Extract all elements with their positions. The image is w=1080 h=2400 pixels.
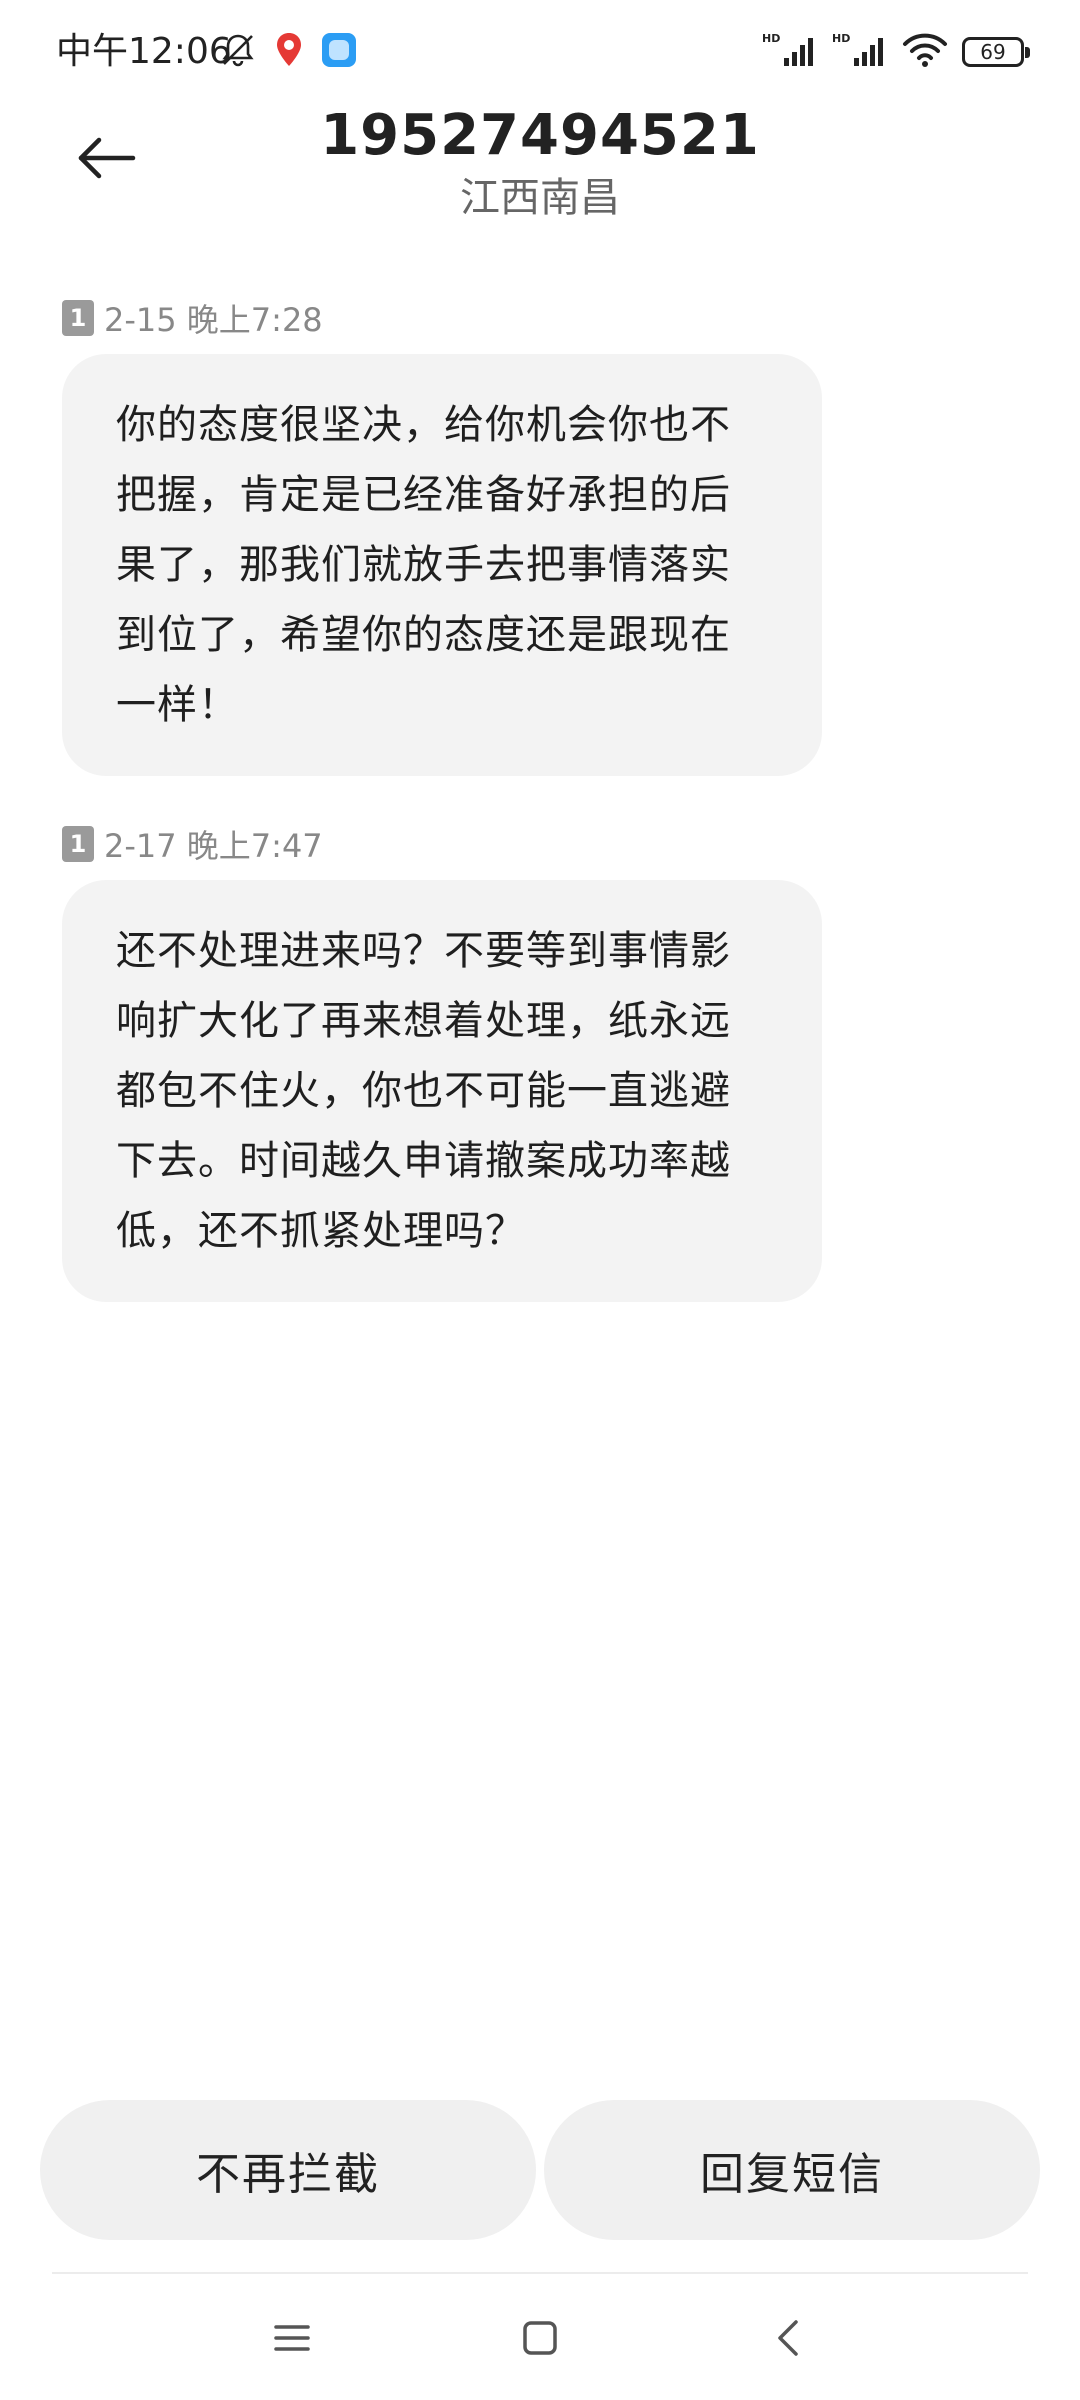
status-bar: 中午12:06 HD HD 69	[0, 0, 1080, 100]
wifi-icon	[902, 30, 948, 74]
message-bubble[interactable]: 你的态度很坚决，给你机会你也不把握，肯定是已经准备好承担的后果了，那我们就放手去…	[62, 354, 822, 776]
sim-badge: 1	[62, 300, 94, 336]
status-left-icons	[218, 28, 358, 76]
home-button[interactable]	[500, 2310, 580, 2370]
message-timestamp: 2-17 晚上7:47	[104, 827, 323, 865]
home-square-icon	[522, 2320, 558, 2360]
svg-text:HD: HD	[832, 32, 850, 45]
sender-number: 19527494521	[320, 103, 760, 168]
reply-sms-button[interactable]: 回复短信	[544, 2100, 1040, 2240]
hd-signal-icon: HD	[832, 30, 888, 74]
back-chevron-icon	[776, 2318, 800, 2362]
message-item: 1 2-17 晚上7:47 还不处理进来吗？不要等到事情影响扩大化了再来想着处理…	[62, 822, 822, 1302]
action-bar: 不再拦截 回复短信	[40, 2100, 1040, 2240]
menu-icon	[274, 2323, 310, 2357]
status-time: 中午12:06	[56, 31, 232, 72]
svg-text:HD: HD	[762, 32, 780, 45]
sender-location: 江西南昌	[460, 175, 620, 221]
unblock-button[interactable]: 不再拦截	[40, 2100, 536, 2240]
battery-level: 69	[980, 40, 1006, 64]
hd-signal-icon: HD	[762, 30, 818, 74]
system-nav-bar	[0, 2280, 1080, 2400]
sim-badge: 1	[62, 826, 94, 862]
app-icon	[320, 31, 358, 73]
battery-icon: 69	[962, 37, 1030, 67]
message-meta: 1 2-17 晚上7:47	[62, 822, 822, 866]
message-timestamp: 2-15 晚上7:28	[104, 301, 323, 339]
divider	[52, 2272, 1028, 2274]
message-item: 1 2-15 晚上7:28 你的态度很坚决，给你机会你也不把握，肯定是已经准备好…	[62, 296, 822, 776]
map-pin-icon	[272, 30, 306, 74]
mute-bell-icon	[218, 30, 258, 74]
status-right-icons: HD HD 69	[762, 30, 1030, 74]
nav-back-button[interactable]	[748, 2310, 828, 2370]
conversation-header: 19527494521 江西南昌	[0, 100, 1080, 240]
menu-button[interactable]	[252, 2310, 332, 2370]
message-bubble[interactable]: 还不处理进来吗？不要等到事情影响扩大化了再来想着处理，纸永远都包不住火，你也不可…	[62, 880, 822, 1302]
message-meta: 1 2-15 晚上7:28	[62, 296, 822, 340]
